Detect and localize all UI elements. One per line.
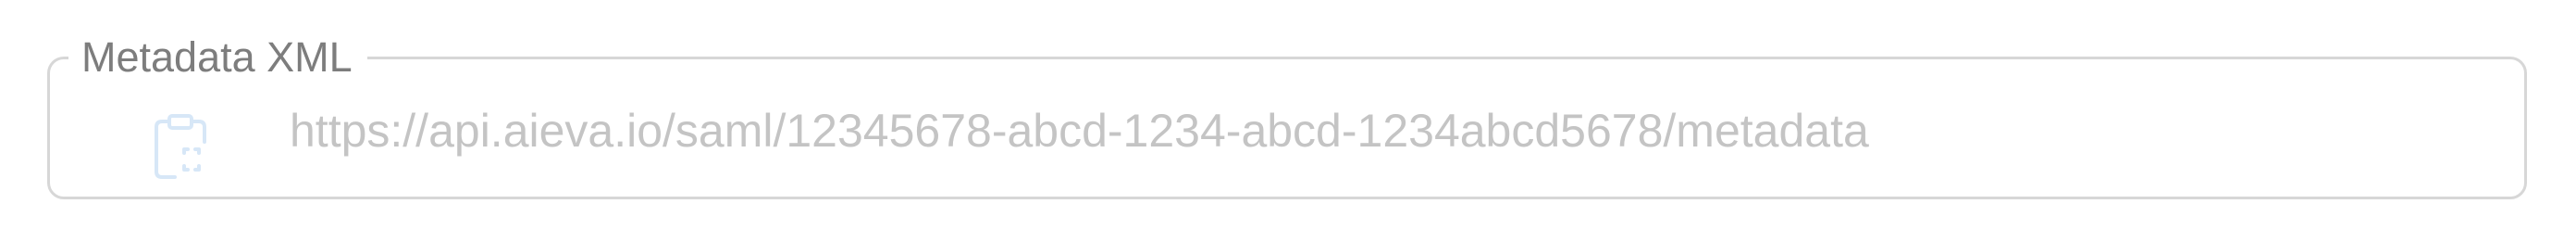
copy-metadata-url-button[interactable] [141,113,220,193]
clipboard-copy-icon [155,114,206,179]
metadata-url-value[interactable]: https://api.aieva.io/saml/12345678-abcd-… [290,102,1869,159]
metadata-xml-label: Metadata XML [68,31,367,84]
metadata-xml-field: Metadata XML https://api.aieva.io/saml/1… [47,31,2527,199]
